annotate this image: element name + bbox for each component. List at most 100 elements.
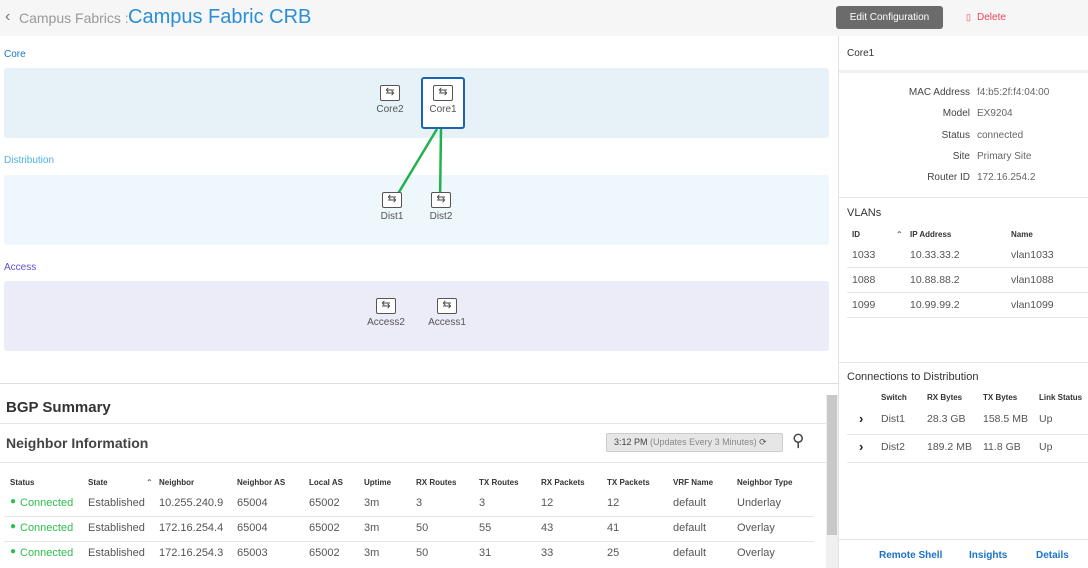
- switch-icon: ⇆: [431, 192, 451, 208]
- search-icon[interactable]: ⚲: [792, 431, 804, 451]
- details-link[interactable]: Details: [1036, 550, 1069, 561]
- cell: 189.2 MB: [927, 441, 972, 453]
- detail-label: MAC Address: [908, 87, 970, 98]
- cell: Established: [88, 547, 145, 559]
- row-divider: [847, 267, 1088, 268]
- node-core1[interactable]: ⇆ Core1: [421, 77, 465, 129]
- cell: default: [673, 547, 707, 559]
- cell: 172.16.254.4: [159, 522, 224, 534]
- cell: 172.16.254.3: [159, 547, 224, 559]
- column-header[interactable]: Local AS: [309, 478, 343, 487]
- node-dist1[interactable]: ⇆ Dist1: [370, 184, 414, 222]
- cell: 3m: [364, 497, 380, 509]
- scrollbar[interactable]: [826, 395, 838, 568]
- column-header: Link Status: [1039, 393, 1083, 402]
- cell: 12: [607, 497, 620, 509]
- cell: 65002: [309, 497, 340, 509]
- vlans-title: VLANs: [847, 207, 882, 219]
- cell: 3: [479, 497, 486, 509]
- divider: [839, 362, 1088, 363]
- column-header[interactable]: VRF Name: [673, 478, 713, 487]
- switch-icon: ⇆: [376, 298, 396, 314]
- detail-value: Primary Site: [977, 150, 1032, 162]
- cell: 50: [416, 547, 429, 559]
- refresh-button[interactable]: 3:12 PM (Updates Every 3 Minutes) ⟳: [606, 433, 783, 452]
- edit-configuration-button[interactable]: Edit Configuration: [836, 6, 943, 29]
- node-dist2[interactable]: ⇆ Dist2: [419, 184, 463, 222]
- cell: vlan1088: [1011, 274, 1054, 286]
- row-divider: [847, 462, 1088, 463]
- detail-label: Router ID: [927, 172, 970, 184]
- node-access2[interactable]: ⇆ Access2: [364, 290, 408, 328]
- cell: 11.8 GB: [983, 441, 1021, 453]
- column-header[interactable]: RX Routes: [416, 478, 456, 487]
- scrollbar-thumb[interactable]: [827, 395, 837, 535]
- cell: 1033: [852, 249, 876, 261]
- column-header[interactable]: Name: [1011, 230, 1033, 239]
- row-divider: [4, 541, 814, 542]
- divider: [0, 383, 838, 384]
- column-header[interactable]: TX Routes: [479, 478, 519, 487]
- detail-value: f4:b5:2f:f4:04:00: [977, 87, 1050, 98]
- divider: [839, 70, 1088, 73]
- divider: [0, 423, 826, 424]
- node-core2[interactable]: ⇆ Core2: [368, 77, 412, 115]
- refresh-time: 3:12 PM: [614, 437, 648, 447]
- node-label: Dist1: [380, 211, 404, 222]
- cell: 65002: [309, 522, 340, 534]
- cell: Up: [1039, 441, 1053, 453]
- column-header[interactable]: Neighbor: [159, 478, 194, 487]
- column-header: TX Bytes: [983, 393, 1018, 402]
- status-dot-icon: ●: [10, 496, 17, 507]
- expand-chevron-icon[interactable]: ›: [859, 411, 863, 426]
- cell: default: [673, 497, 707, 509]
- node-label: Core1: [429, 104, 457, 115]
- cell: 1088: [852, 274, 876, 286]
- cell: 25: [607, 547, 620, 559]
- column-header[interactable]: TX Packets: [607, 478, 650, 487]
- panel-title: Core1: [847, 48, 875, 59]
- refresh-note: (Updates Every 3 Minutes): [650, 437, 757, 447]
- column-header[interactable]: RX Packets: [541, 478, 585, 487]
- column-header[interactable]: IP Address: [910, 230, 951, 239]
- expand-chevron-icon[interactable]: ›: [859, 439, 863, 454]
- detail-value: 172.16.254.2: [977, 172, 1036, 184]
- column-header[interactable]: Neighbor AS: [237, 478, 285, 487]
- cell: 3m: [364, 547, 380, 559]
- switch-icon: ⇆: [437, 298, 457, 314]
- column-header: Switch: [881, 393, 907, 402]
- cell: vlan1033: [1011, 249, 1054, 261]
- connections-title: Connections to Distribution: [847, 371, 979, 383]
- divider: [839, 197, 1088, 198]
- column-header[interactable]: ID: [852, 230, 860, 239]
- sort-icon[interactable]: ⌃: [896, 230, 903, 239]
- row-divider: [4, 516, 814, 517]
- column-header[interactable]: State: [88, 478, 108, 487]
- column-header[interactable]: Neighbor Type: [737, 478, 792, 487]
- insights-link[interactable]: Insights: [969, 550, 1007, 561]
- node-label: Core2: [376, 104, 404, 115]
- cell: Established: [88, 497, 145, 509]
- node-label: Dist2: [429, 211, 453, 222]
- detail-label: Site: [952, 150, 970, 162]
- node-access1[interactable]: ⇆ Access1: [425, 290, 469, 328]
- status-dot-icon: ●: [10, 521, 17, 532]
- column-header[interactable]: Status: [10, 478, 34, 487]
- cell: Dist1: [881, 413, 905, 425]
- column-header: RX Bytes: [927, 393, 963, 402]
- cell: 10.99.99.2: [910, 299, 960, 311]
- switch-icon: ⇆: [433, 85, 453, 101]
- divider: [0, 462, 826, 463]
- cell: 31: [479, 547, 492, 559]
- delete-button[interactable]: Delete: [977, 12, 1006, 23]
- column-header[interactable]: Uptime: [364, 478, 391, 487]
- remote-shell-link[interactable]: Remote Shell: [879, 550, 942, 561]
- divider: [839, 539, 1088, 540]
- node-label: Access1: [428, 317, 466, 328]
- bgp-summary-title: BGP Summary: [6, 399, 111, 416]
- sort-icon[interactable]: ⌃: [146, 478, 153, 487]
- cell: Overlay: [737, 547, 775, 559]
- cell: 65002: [309, 547, 340, 559]
- cell: 55: [479, 522, 492, 534]
- cell: 41: [607, 522, 620, 534]
